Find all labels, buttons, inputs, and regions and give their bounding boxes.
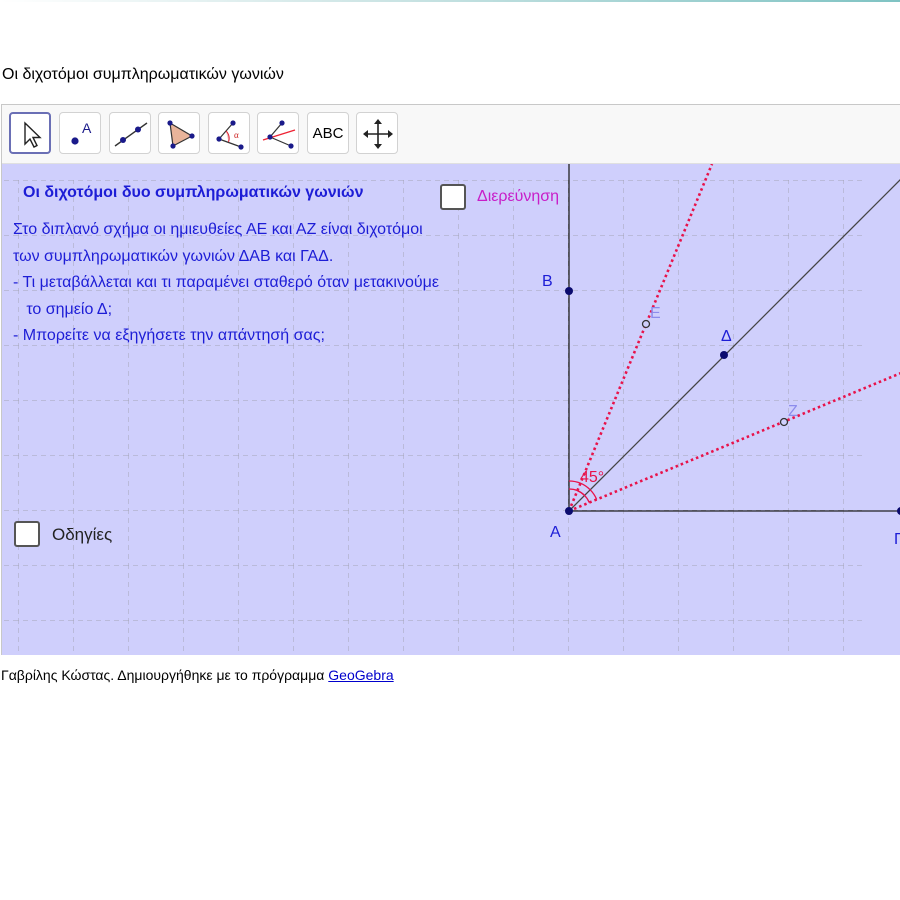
description-line-3: - Τι μεταβάλλεται και τι παραμένει σταθε…	[13, 274, 439, 291]
description-line-2: των συμπληρωματικών γωνιών ΔΑΒ και ΓΑΔ.	[13, 247, 334, 265]
footer-credit: Γαβρίλης Κώστας. Δημιουργήθηκε με το πρό…	[1, 667, 329, 683]
page-title: Οι διχοτόμοι συμπληρωματικών γωνιών	[2, 66, 284, 83]
point-Z[interactable]	[779, 417, 789, 427]
point-A[interactable]	[565, 507, 573, 515]
description-line-4: το σημείο Δ;	[13, 300, 113, 318]
label-Z: Ζ	[788, 403, 798, 420]
explore-checkbox-label[interactable]: Διερεύνηση	[477, 188, 559, 206]
geogebra-link[interactable]: GeoGebra	[328, 667, 393, 683]
move-cross-icon	[363, 119, 393, 149]
line-icon	[114, 122, 148, 147]
angle-icon: α	[216, 120, 244, 150]
text-icon: ABC	[312, 124, 344, 142]
description-line-5: - Μπορείτε να εξηγήσετε την απάντησή σας…	[13, 327, 325, 344]
top-accent-bar	[0, 0, 900, 2]
explore-checkbox[interactable]	[440, 184, 466, 210]
canvas-heading: Οι διχοτόμοι δυο συμπληρωματικών γωνιών	[23, 184, 364, 201]
point-B[interactable]	[565, 287, 573, 295]
point-tool-button[interactable]: A	[59, 112, 101, 154]
arrow-icon	[24, 121, 42, 148]
point-tool-letter: A	[82, 120, 92, 136]
perpendicular-line-icon	[262, 120, 296, 149]
point-icon: A	[71, 120, 92, 145]
label-E: Ε	[650, 305, 661, 322]
label-A: Α	[550, 524, 561, 541]
instructions-checkbox[interactable]	[14, 521, 40, 547]
toolbar: A α ABC	[2, 105, 900, 164]
polygon-tool-button[interactable]	[158, 112, 200, 154]
polygon-icon	[167, 120, 195, 149]
text-tool-button[interactable]: ABC	[307, 112, 349, 154]
perpendicular-tool-button[interactable]	[257, 112, 299, 154]
label-B: Β	[542, 273, 553, 290]
angle-label: 45°	[580, 469, 604, 486]
move-graphics-tool-button[interactable]	[356, 112, 398, 154]
point-E[interactable]	[641, 319, 651, 329]
angle-tool-button[interactable]: α	[208, 112, 250, 154]
geogebra-applet: A α ABC 45° Α Β Δ Ε Ζ Γ Οι διχοτόμοι δυο…	[1, 104, 900, 655]
description-line-1: Στο διπλανό σχήμα οι ημιευθείες ΑΕ και Α…	[13, 221, 423, 238]
move-tool-button[interactable]	[9, 112, 51, 154]
graphics-view[interactable]: 45° Α Β Δ Ε Ζ Γ Οι διχοτόμοι δυο συμπληρ…	[2, 164, 900, 655]
angle-alpha-glyph: α	[234, 130, 239, 140]
label-D: Δ	[721, 328, 732, 345]
point-D[interactable]	[720, 351, 728, 359]
instructions-checkbox-label[interactable]: Οδηγίες	[52, 525, 112, 545]
line-tool-button[interactable]	[109, 112, 151, 154]
footer: Γαβρίλης Κώστας. Δημιουργήθηκε με το πρό…	[1, 667, 394, 683]
label-G: Γ	[894, 531, 900, 548]
